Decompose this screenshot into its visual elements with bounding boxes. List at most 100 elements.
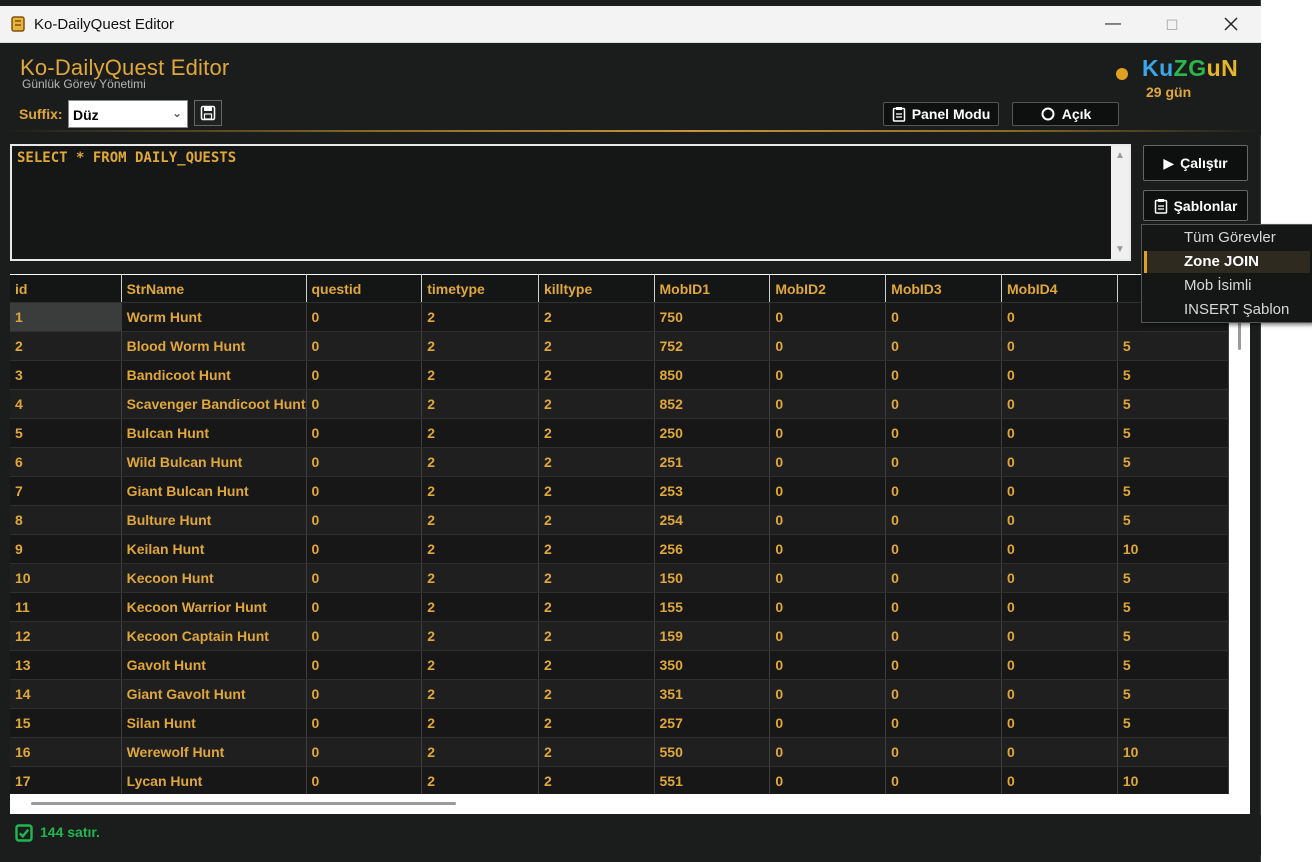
table-cell[interactable]: Kecoon Warrior Hunt <box>121 592 307 622</box>
table-cell[interactable]: 2 <box>538 563 655 593</box>
column-header[interactable]: questid <box>306 274 423 303</box>
table-cell[interactable]: 2 <box>538 592 655 622</box>
table-cell[interactable]: 0 <box>306 389 423 419</box>
table-cell[interactable]: 1 <box>10 302 122 332</box>
table-cell[interactable]: Giant Gavolt Hunt <box>121 679 307 709</box>
table-row[interactable]: 5 Bulcan Hunt 0 2 2 250 0 0 0 5 <box>10 418 1229 448</box>
table-cell[interactable]: 0 <box>306 563 423 593</box>
table-cell[interactable]: 5 <box>1117 418 1229 448</box>
table-cell[interactable]: 2 <box>421 737 539 767</box>
table-cell[interactable]: 10 <box>1117 737 1229 767</box>
table-cell[interactable]: 10 <box>1117 766 1229 794</box>
table-row[interactable]: 11 Kecoon Warrior Hunt 0 2 2 155 0 0 0 5 <box>10 592 1229 622</box>
table-row[interactable]: 12 Kecoon Captain Hunt 0 2 2 159 0 0 0 5 <box>10 621 1229 651</box>
table-cell[interactable]: 0 <box>769 737 887 767</box>
table-cell[interactable]: 0 <box>306 418 423 448</box>
table-cell[interactable]: 5 <box>1117 447 1229 477</box>
grid-horizontal-scrollbar[interactable] <box>10 794 1250 814</box>
table-cell[interactable]: 0 <box>306 766 423 794</box>
table-cell[interactable]: 0 <box>1001 360 1118 390</box>
table-cell[interactable]: 250 <box>654 418 771 448</box>
table-cell[interactable]: 750 <box>654 302 771 332</box>
table-cell[interactable]: 0 <box>885 592 1002 622</box>
table-cell[interactable]: 0 <box>885 737 1002 767</box>
table-cell[interactable]: 351 <box>654 679 771 709</box>
table-cell[interactable]: 0 <box>885 418 1002 448</box>
table-row[interactable]: 3 Bandicoot Hunt 0 2 2 850 0 0 0 5 <box>10 360 1229 390</box>
minimize-button[interactable]: — <box>1084 6 1142 42</box>
table-cell[interactable]: 8 <box>10 505 122 535</box>
table-cell[interactable]: 15 <box>10 708 122 738</box>
table-cell[interactable]: 4 <box>10 389 122 419</box>
templates-menu-item[interactable]: Zone JOIN <box>1144 251 1310 273</box>
table-cell[interactable]: 0 <box>306 592 423 622</box>
table-cell[interactable]: 0 <box>769 447 887 477</box>
table-cell[interactable]: Worm Hunt <box>121 302 307 332</box>
table-cell[interactable]: 5 <box>1117 331 1229 361</box>
suffix-select[interactable]: Düz ⌄ <box>68 100 188 128</box>
table-cell[interactable]: 0 <box>885 302 1002 332</box>
table-cell[interactable]: 2 <box>421 447 539 477</box>
table-cell[interactable]: 2 <box>538 766 655 794</box>
table-cell[interactable]: 10 <box>10 563 122 593</box>
close-button[interactable] <box>1202 6 1260 42</box>
table-cell[interactable]: 0 <box>769 360 887 390</box>
table-cell[interactable]: Werewolf Hunt <box>121 737 307 767</box>
table-cell[interactable]: 2 <box>421 476 539 506</box>
column-header[interactable]: MobID4 <box>1001 274 1118 303</box>
table-cell[interactable]: 0 <box>1001 331 1118 361</box>
table-cell[interactable]: 2 <box>10 331 122 361</box>
table-cell[interactable]: 2 <box>421 331 539 361</box>
save-button[interactable] <box>194 100 222 126</box>
table-cell[interactable]: 2 <box>421 389 539 419</box>
table-cell[interactable]: 0 <box>306 476 423 506</box>
table-cell[interactable]: 2 <box>538 331 655 361</box>
table-cell[interactable]: 2 <box>538 679 655 709</box>
table-cell[interactable]: 0 <box>769 621 887 651</box>
table-row[interactable]: 1 Worm Hunt 0 2 2 750 0 0 0 <box>10 302 1229 332</box>
table-cell[interactable]: 0 <box>1001 708 1118 738</box>
table-cell[interactable]: 5 <box>1117 360 1229 390</box>
table-row[interactable]: 4 Scavenger Bandicoot Hunt 0 2 2 852 0 0 0 5 <box>10 389 1229 419</box>
table-cell[interactable]: 0 <box>1001 563 1118 593</box>
table-cell[interactable]: 0 <box>885 331 1002 361</box>
templates-menu-item[interactable]: Tüm Görevler <box>1144 227 1310 249</box>
table-cell[interactable]: 11 <box>10 592 122 622</box>
table-cell[interactable]: 0 <box>1001 534 1118 564</box>
table-cell[interactable]: 254 <box>654 505 771 535</box>
table-cell[interactable]: 551 <box>654 766 771 794</box>
table-cell[interactable]: 0 <box>1001 650 1118 680</box>
table-cell[interactable]: 5 <box>1117 505 1229 535</box>
table-cell[interactable]: 2 <box>421 302 539 332</box>
table-cell[interactable]: 0 <box>885 679 1002 709</box>
table-row[interactable]: 14 Giant Gavolt Hunt 0 2 2 351 0 0 0 5 <box>10 679 1229 709</box>
table-cell[interactable]: 0 <box>1001 418 1118 448</box>
table-cell[interactable]: 0 <box>306 447 423 477</box>
table-cell[interactable]: Bulcan Hunt <box>121 418 307 448</box>
sql-query-editor[interactable]: SELECT * FROM DAILY_QUESTS ▲ ▼ <box>10 144 1131 261</box>
table-cell[interactable]: Lycan Hunt <box>121 766 307 794</box>
grid-vertical-scrollbar[interactable] <box>1229 274 1250 794</box>
table-cell[interactable]: 0 <box>306 621 423 651</box>
table-cell[interactable]: 159 <box>654 621 771 651</box>
table-cell[interactable]: 0 <box>769 418 887 448</box>
table-row[interactable]: 2 Blood Worm Hunt 0 2 2 752 0 0 0 5 <box>10 331 1229 361</box>
table-row[interactable]: 9 Keilan Hunt 0 2 2 256 0 0 0 10 <box>10 534 1229 564</box>
table-cell[interactable]: 0 <box>306 534 423 564</box>
table-cell[interactable]: 0 <box>769 476 887 506</box>
scroll-up-icon[interactable]: ▲ <box>1115 150 1125 161</box>
table-cell[interactable]: 5 <box>1117 679 1229 709</box>
table-cell[interactable]: 0 <box>769 708 887 738</box>
table-cell[interactable]: 550 <box>654 737 771 767</box>
table-cell[interactable]: 2 <box>538 737 655 767</box>
column-header[interactable]: MobID2 <box>769 274 887 303</box>
panel-mode-button[interactable]: Panel Modu <box>883 102 999 126</box>
table-cell[interactable]: 0 <box>1001 302 1118 332</box>
column-header[interactable]: killtype <box>538 274 655 303</box>
table-cell[interactable]: 5 <box>1117 389 1229 419</box>
table-cell[interactable]: 0 <box>885 621 1002 651</box>
table-cell[interactable]: 5 <box>1117 476 1229 506</box>
table-row[interactable]: 10 Kecoon Hunt 0 2 2 150 0 0 0 5 <box>10 563 1229 593</box>
table-cell[interactable]: 2 <box>538 360 655 390</box>
table-cell[interactable]: 0 <box>885 563 1002 593</box>
